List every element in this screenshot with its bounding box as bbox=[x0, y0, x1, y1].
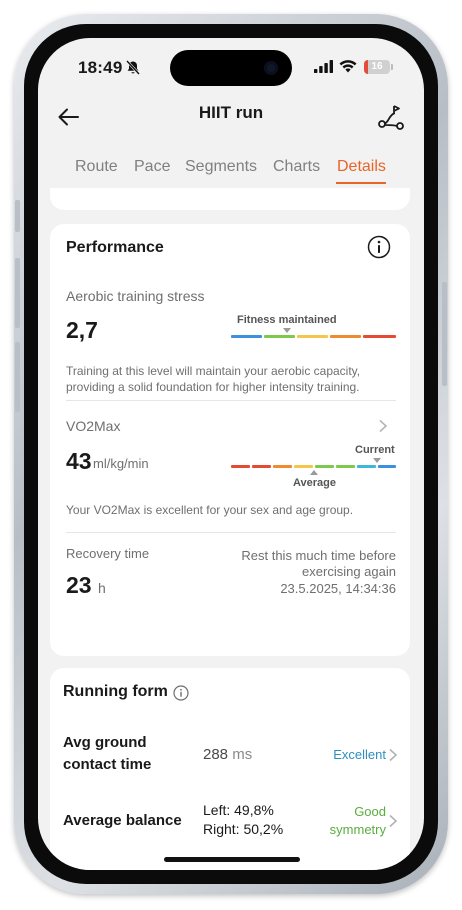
signal-icon bbox=[314, 60, 333, 73]
recovery-label: Recovery time bbox=[66, 546, 150, 561]
wifi-icon bbox=[339, 60, 357, 73]
recovery-note-line2: exercising again bbox=[302, 564, 396, 579]
status-bar: 18:49 16 bbox=[38, 38, 424, 98]
aerobic-marker bbox=[283, 328, 291, 333]
tab-route[interactable]: Route bbox=[75, 158, 118, 176]
battery-cap bbox=[391, 64, 393, 70]
aerobic-scale-seg-5 bbox=[363, 335, 396, 338]
route-icon[interactable] bbox=[376, 102, 406, 132]
aerobic-value: 2,7 bbox=[66, 317, 98, 343]
battery-icon: 16 bbox=[364, 60, 390, 74]
aerobic-scale-seg-1 bbox=[231, 335, 262, 338]
ground-contact-number: 288 bbox=[203, 746, 229, 763]
vo2max-scale-seg-6 bbox=[336, 465, 355, 468]
ground-contact-unit: ms bbox=[232, 746, 253, 763]
balance-left: Left: 49,8% bbox=[203, 802, 274, 818]
tab-bar: Route Pace Segments Charts Details bbox=[38, 154, 424, 184]
aerobic-scale-label: Fitness maintained bbox=[237, 314, 337, 326]
aerobic-scale-seg-3 bbox=[297, 335, 328, 338]
status-time: 18:49 bbox=[78, 58, 123, 77]
tab-charts[interactable]: Charts bbox=[273, 158, 320, 176]
app-header: HIIT run bbox=[38, 98, 424, 138]
screen: 18:49 16 HIIT run Route Pace Segments Ch… bbox=[38, 38, 424, 870]
vo2max-average-marker bbox=[310, 470, 318, 475]
info-icon[interactable] bbox=[367, 235, 391, 259]
camera-dot bbox=[264, 61, 278, 75]
balance-status-line1[interactable]: Good bbox=[354, 803, 386, 821]
aerobic-label: Aerobic training stress bbox=[66, 288, 205, 304]
active-tab-indicator bbox=[336, 182, 386, 184]
vo2max-scale-seg-7 bbox=[357, 465, 376, 468]
vo2max-scale-seg-3 bbox=[273, 465, 292, 468]
vo2max-unit: ml/kg/min bbox=[93, 456, 149, 471]
info-icon[interactable] bbox=[173, 685, 189, 701]
vo2max-value: 43 bbox=[66, 448, 92, 474]
ground-contact-value: 288 ms bbox=[203, 746, 252, 763]
vo2max-scale-seg-1 bbox=[231, 465, 250, 468]
vo2max-current-marker bbox=[373, 458, 381, 463]
divider bbox=[66, 532, 396, 533]
running-form-card: Running form Avg ground contact time 288… bbox=[50, 668, 410, 870]
performance-title: Performance bbox=[66, 239, 164, 256]
home-indicator[interactable] bbox=[164, 857, 300, 862]
volume-up-button bbox=[15, 258, 20, 328]
battery-level: 16 bbox=[371, 61, 383, 72]
ground-contact-label-line2: contact time bbox=[63, 756, 152, 773]
vo2max-scale-seg-5 bbox=[315, 465, 334, 468]
chevron-right-icon[interactable] bbox=[388, 814, 398, 828]
vo2max-label[interactable]: VO2Max bbox=[66, 418, 120, 434]
vo2max-scale-seg-4 bbox=[294, 465, 313, 468]
volume-down-button bbox=[15, 342, 20, 412]
action-button bbox=[15, 200, 20, 232]
chevron-right-icon[interactable] bbox=[378, 419, 388, 433]
bell-slash-icon bbox=[126, 60, 140, 75]
aerobic-description: Training at this level will maintain you… bbox=[66, 364, 361, 394]
recovery-value: 23 bbox=[66, 572, 92, 598]
performance-card: Performance Aerobic training stress 2,7 … bbox=[50, 224, 410, 656]
dynamic-island bbox=[170, 50, 292, 86]
vo2max-description: Your VO2Max is excellent for your sex an… bbox=[66, 503, 354, 517]
divider bbox=[66, 400, 396, 401]
tab-details[interactable]: Details bbox=[337, 158, 386, 176]
ground-contact-label-line1: Avg ground bbox=[63, 734, 147, 751]
vo2max-scale-seg-8 bbox=[378, 465, 396, 468]
vo2max-scale-seg-2 bbox=[252, 465, 271, 468]
aerobic-scale-seg-4 bbox=[330, 335, 361, 338]
aerobic-scale-seg-2 bbox=[264, 335, 295, 338]
balance-label: Average balance bbox=[63, 812, 182, 829]
recovery-note-line1: Rest this much time before bbox=[241, 548, 396, 563]
recovery-until: 23.5.2025, 14:34:36 bbox=[280, 581, 396, 596]
balance-status-line2[interactable]: symmetry bbox=[330, 821, 386, 839]
recovery-unit: h bbox=[98, 580, 106, 596]
chevron-right-icon[interactable] bbox=[388, 748, 398, 762]
running-form-title: Running form bbox=[63, 683, 168, 700]
balance-right: Right: 50,2% bbox=[203, 821, 284, 837]
vo2max-average-label: Average bbox=[293, 477, 337, 489]
ground-contact-status[interactable]: Excellent bbox=[333, 746, 386, 764]
page-title: HIIT run bbox=[198, 103, 264, 122]
previous-card-bottom bbox=[50, 188, 410, 210]
tab-segments[interactable]: Segments bbox=[185, 158, 257, 176]
power-button bbox=[442, 282, 447, 386]
vo2max-current-label: Current bbox=[355, 444, 395, 456]
tab-pace[interactable]: Pace bbox=[134, 158, 170, 176]
